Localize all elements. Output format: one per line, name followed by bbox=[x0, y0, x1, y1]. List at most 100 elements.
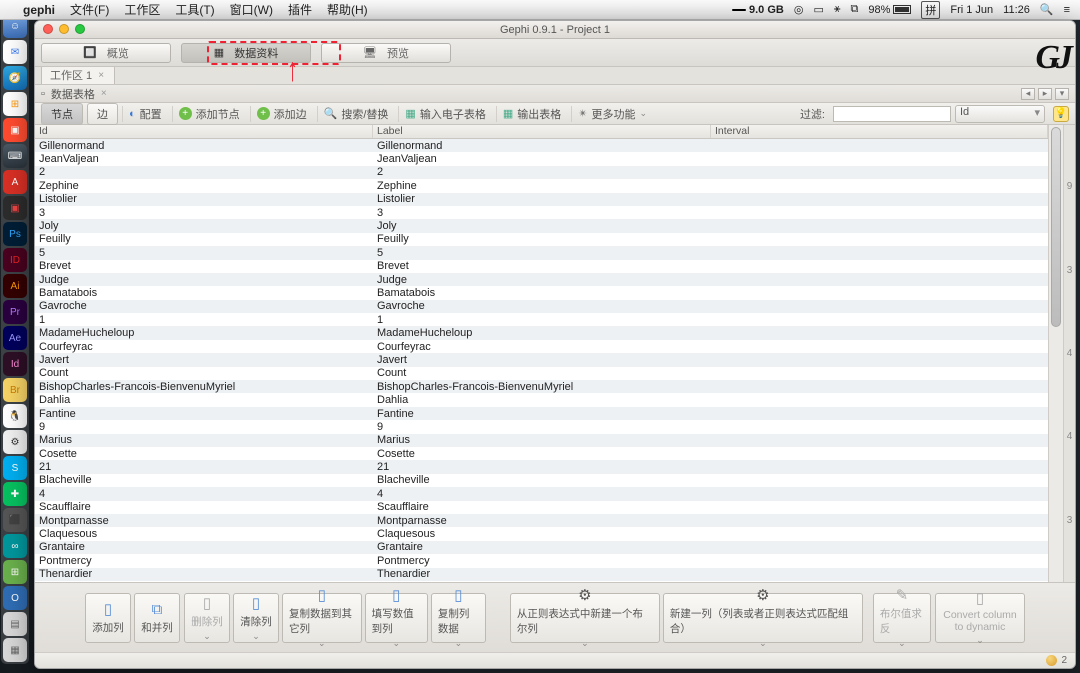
dock-item[interactable]: ▣ bbox=[3, 118, 27, 142]
menu-workspace[interactable]: 工作区 bbox=[124, 1, 160, 18]
col-label[interactable]: Label bbox=[373, 125, 711, 138]
table-row[interactable]: 99 bbox=[35, 420, 1048, 433]
copy-to-other-column-button[interactable]: ▯复制数据到其它列 bbox=[282, 593, 362, 643]
dock-item[interactable]: ∞ bbox=[3, 534, 27, 558]
table-row[interactable]: MariusMarius bbox=[35, 434, 1048, 447]
table-row[interactable]: FeuillyFeuilly bbox=[35, 233, 1048, 246]
config-button[interactable]: ◐配置 bbox=[122, 106, 168, 122]
menu-tools[interactable]: 工具(T) bbox=[175, 1, 214, 18]
dock-item[interactable]: S bbox=[3, 456, 27, 480]
dock-item[interactable]: ID bbox=[3, 248, 27, 272]
bulb-icon[interactable]: 💡 bbox=[1053, 106, 1069, 122]
dock-item[interactable]: 🐧 bbox=[3, 404, 27, 428]
more-functions-button[interactable]: ✴更多功能 bbox=[571, 106, 653, 122]
negate-boolean-button[interactable]: ✎布尔值求反 bbox=[873, 593, 931, 643]
status-date[interactable]: Fri 1 Jun bbox=[950, 4, 993, 16]
table-row[interactable]: 44 bbox=[35, 487, 1048, 500]
nodes-tab[interactable]: 节点 bbox=[41, 103, 83, 125]
table-row[interactable]: PontmercyPontmercy bbox=[35, 554, 1048, 567]
dock-item[interactable]: A bbox=[3, 170, 27, 194]
table-row[interactable]: ListolierListolier bbox=[35, 193, 1048, 206]
table-row[interactable]: ClaquesousClaquesous bbox=[35, 527, 1048, 540]
dock-item[interactable]: Pr bbox=[3, 300, 27, 324]
col-id[interactable]: Id bbox=[35, 125, 373, 138]
table-row[interactable]: DahliaDahlia bbox=[35, 393, 1048, 406]
table-row[interactable]: CosetteCosette bbox=[35, 447, 1048, 460]
convert-dynamic-button[interactable]: ▯Convert columnto dynamic bbox=[935, 593, 1025, 643]
status-time[interactable]: 11:26 bbox=[1003, 4, 1030, 16]
dock-item[interactable]: ✚ bbox=[3, 482, 27, 506]
dock-item[interactable]: O bbox=[3, 586, 27, 610]
dock-item[interactable]: Ai bbox=[3, 274, 27, 298]
dock-item[interactable]: ⬛ bbox=[3, 508, 27, 532]
close-icon[interactable] bbox=[43, 24, 53, 34]
table-row[interactable]: BlachevilleBlacheville bbox=[35, 474, 1048, 487]
dock-item[interactable]: Br bbox=[3, 378, 27, 402]
fill-column-values-button[interactable]: ▯填写数值到列 bbox=[365, 593, 428, 643]
table-row[interactable]: CountCount bbox=[35, 367, 1048, 380]
table-row[interactable]: FantineFantine bbox=[35, 407, 1048, 420]
table-row[interactable]: GillenormandGillenormand bbox=[35, 139, 1048, 152]
zoom-icon[interactable] bbox=[75, 24, 85, 34]
table-row[interactable]: BamataboisBamatabois bbox=[35, 286, 1048, 299]
dock-item[interactable]: ▤ bbox=[3, 612, 27, 636]
table-row[interactable]: BishopCharles-Francois-BienvenuMyrielBis… bbox=[35, 380, 1048, 393]
minimize-icon[interactable] bbox=[59, 24, 69, 34]
tab-preview[interactable]: 🖥预览 bbox=[321, 43, 451, 63]
status-battery[interactable]: 98% bbox=[868, 4, 911, 16]
search-replace-button[interactable]: 🔍搜索/替换 bbox=[317, 106, 395, 122]
table-row[interactable]: JeanValjeanJeanValjean bbox=[35, 152, 1048, 165]
menu-plugin[interactable]: 插件 bbox=[288, 1, 312, 18]
import-spreadsheet-button[interactable]: ▦输入电子表格 bbox=[398, 106, 491, 122]
table-row[interactable]: GavrocheGavroche bbox=[35, 300, 1048, 313]
panel-menu-icon[interactable]: ▾ bbox=[1055, 88, 1069, 100]
table-row[interactable]: GrantaireGrantaire bbox=[35, 541, 1048, 554]
close-tab-icon[interactable]: × bbox=[98, 70, 104, 81]
new-column-regex-button[interactable]: ⚙新建一列（列表或者正则表达式匹配组合） bbox=[663, 593, 863, 643]
export-table-button[interactable]: ▦输出表格 bbox=[496, 106, 567, 122]
add-node-button[interactable]: +添加节点 bbox=[172, 106, 246, 122]
table-row[interactable]: 22 bbox=[35, 166, 1048, 179]
regex-bool-column-button[interactable]: ⚙从正则表达式中新建一个布尔列 bbox=[510, 593, 660, 643]
table-row[interactable]: ThenardierThenardier bbox=[35, 568, 1048, 581]
table-row[interactable]: JavertJavert bbox=[35, 353, 1048, 366]
panel-prev-icon[interactable]: ◂ bbox=[1021, 88, 1035, 100]
filter-input[interactable] bbox=[833, 106, 951, 122]
vertical-scrollbar[interactable] bbox=[1048, 125, 1063, 582]
delete-column-button[interactable]: ▯删除列 bbox=[184, 593, 230, 643]
status-sync-icon[interactable]: ◎ bbox=[794, 3, 804, 16]
menu-window[interactable]: 窗口(W) bbox=[230, 1, 273, 18]
dock-item[interactable]: Ae bbox=[3, 326, 27, 350]
status-search-icon[interactable]: 🔍 bbox=[1040, 3, 1054, 16]
menu-file[interactable]: 文件(F) bbox=[70, 1, 109, 18]
menu-help[interactable]: 帮助(H) bbox=[327, 1, 368, 18]
table-row[interactable]: ScaufflaireScaufflaire bbox=[35, 501, 1048, 514]
tab-overview[interactable]: 🔲概览 bbox=[41, 43, 171, 63]
dock-item[interactable]: ✉ bbox=[3, 40, 27, 64]
dock-item[interactable]: Id bbox=[3, 352, 27, 376]
status-ime[interactable]: 拼 bbox=[921, 1, 940, 19]
table-row[interactable]: MadameHucheloupMadameHucheloup bbox=[35, 326, 1048, 339]
table-row[interactable]: 55 bbox=[35, 246, 1048, 259]
table-row[interactable]: BrevetBrevet bbox=[35, 260, 1048, 273]
status-display-icon[interactable]: ▭ bbox=[813, 3, 823, 16]
clear-column-button[interactable]: ▯清除列 bbox=[233, 593, 279, 643]
edges-tab[interactable]: 边 bbox=[87, 103, 118, 125]
dock-item[interactable]: ▦ bbox=[3, 638, 27, 662]
menubar-app[interactable]: gephi bbox=[23, 3, 55, 17]
table-row[interactable]: 33 bbox=[35, 206, 1048, 219]
status-memory[interactable]: 9.0 GB bbox=[732, 4, 784, 16]
status-menu-icon[interactable]: ≡ bbox=[1064, 4, 1070, 16]
table-row[interactable]: JudgeJudge bbox=[35, 273, 1048, 286]
table-row[interactable]: 2121 bbox=[35, 460, 1048, 473]
table-row[interactable]: ZephineZephine bbox=[35, 179, 1048, 192]
add-column-button[interactable]: ▯添加列 bbox=[85, 593, 131, 643]
dock-item[interactable]: 🧭 bbox=[3, 66, 27, 90]
add-edge-button[interactable]: +添加边 bbox=[250, 106, 313, 122]
dock-item[interactable]: ⚙ bbox=[3, 430, 27, 454]
status-bluetooth-icon[interactable]: ⚹ bbox=[834, 3, 841, 16]
table-row[interactable]: CourfeyracCourfeyrac bbox=[35, 340, 1048, 353]
filter-column-select[interactable]: Id▾ bbox=[955, 105, 1045, 123]
merge-columns-button[interactable]: ⧉和并列 bbox=[134, 593, 180, 643]
tab-data-lab[interactable]: ▦数据资料 bbox=[181, 43, 311, 63]
